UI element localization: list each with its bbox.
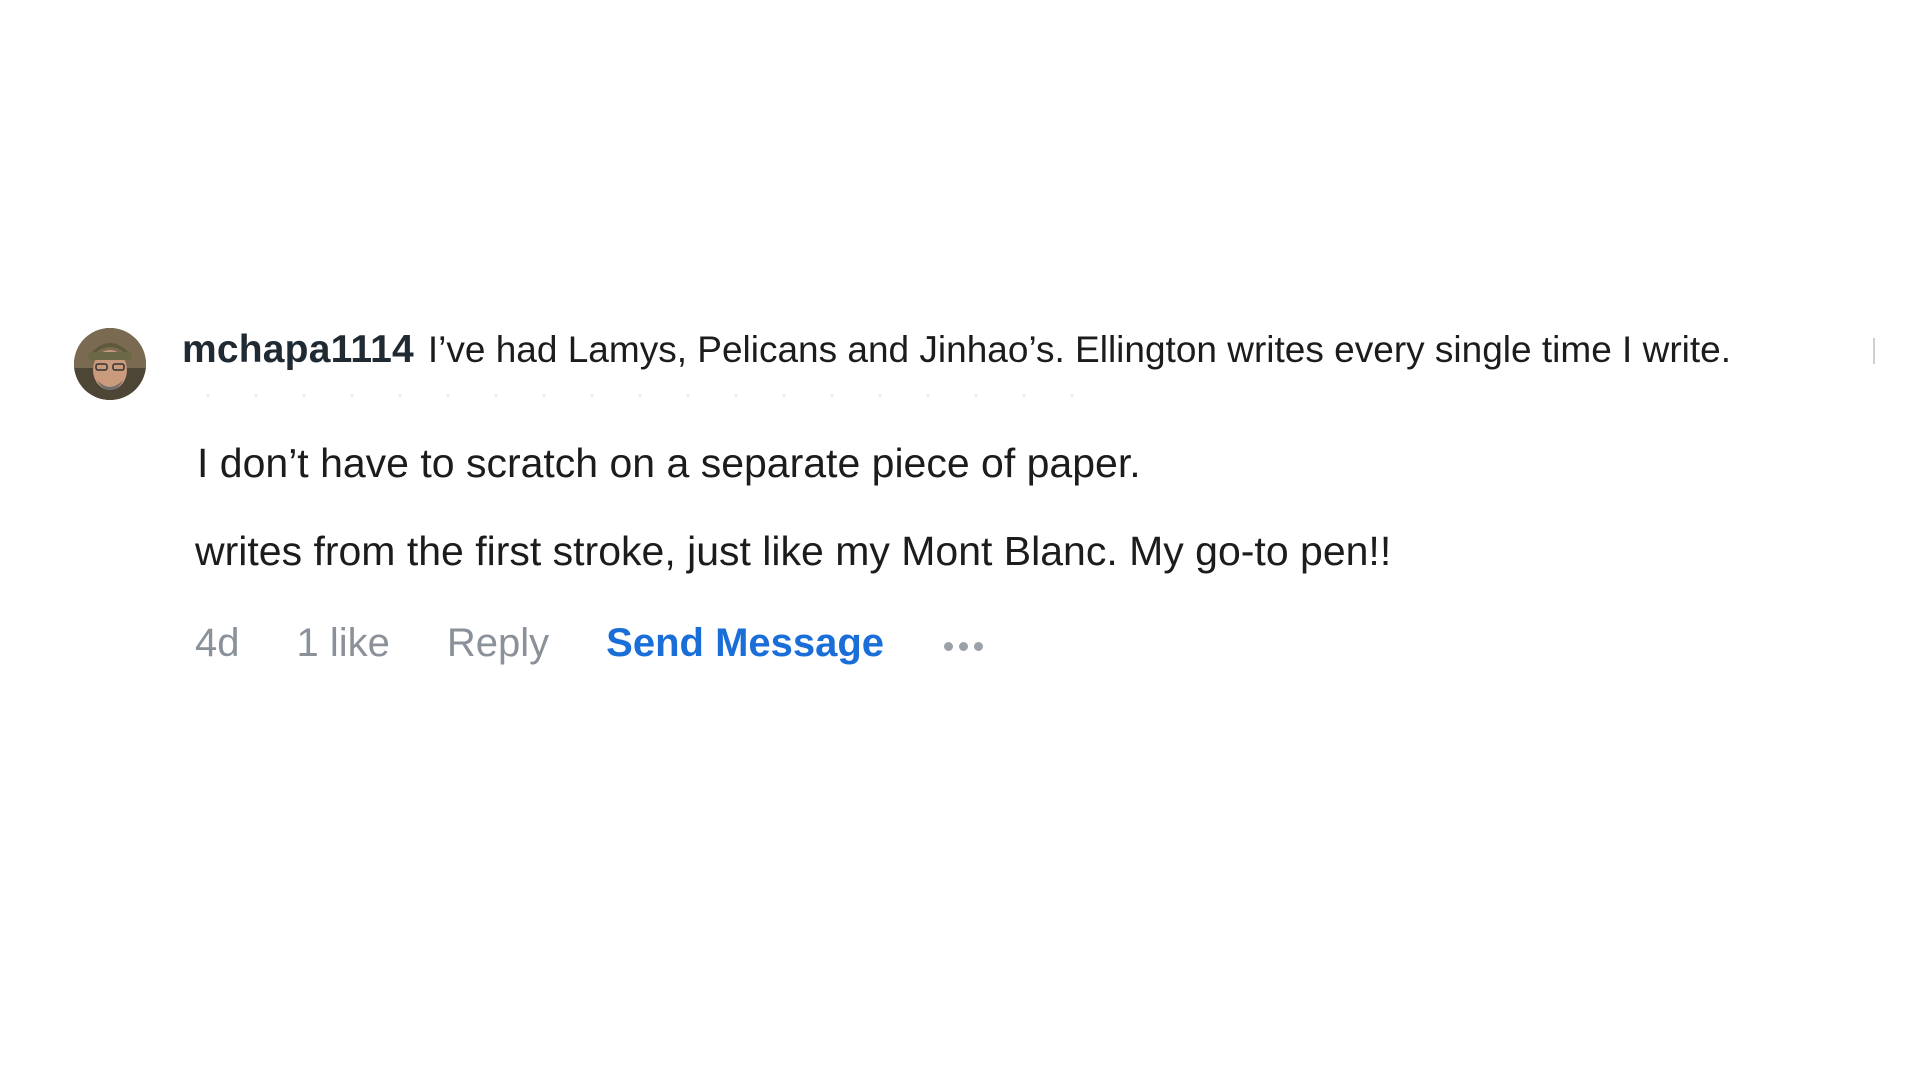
comment-first-line: mchapa1114 I’ve had Lamys, Pelicans and … [182,328,1920,372]
comment-text-first: I’ve had Lamys, Pelicans and Jinhao’s. E… [427,329,1732,370]
comment-text-line-3: writes from the first stroke, just like … [195,528,1392,574]
comment-actions: 4d 1 like Reply Send Message [195,618,984,668]
comment-text-line-2: I don’t have to scratch on a separate pi… [197,440,1141,486]
likes-count[interactable]: 1 like [297,621,390,666]
dot [959,641,969,651]
reply-button[interactable]: Reply [447,621,549,666]
timestamp[interactable]: 4d [195,621,240,666]
username-link[interactable]: mchapa1114 [182,328,414,372]
text-overflow-edge [1873,338,1875,364]
avatar[interactable] [74,328,146,400]
user-avatar-photo-icon [74,328,146,400]
dot [944,641,954,651]
more-dots-icon[interactable] [944,636,984,651]
send-message-button[interactable]: Send Message [606,621,884,666]
dot [974,641,984,651]
page: mchapa1114 I’ve had Lamys, Pelicans and … [0,0,1920,1080]
clipped-text-row [184,394,1084,397]
